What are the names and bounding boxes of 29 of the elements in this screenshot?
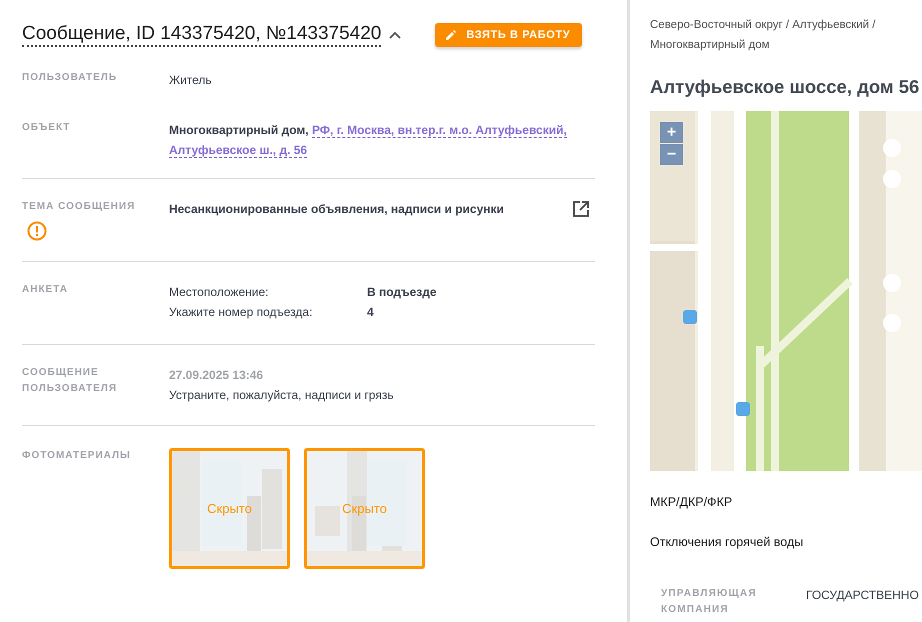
- info-label: УПРАВЛЯЮЩАЯ КОМПАНИЯ: [661, 587, 758, 617]
- answer-value: 4: [367, 304, 374, 321]
- address-heading: Алтуфьевское шоссе, дом 56: [650, 76, 920, 98]
- message-date: 27.09.2025 13:46: [169, 368, 264, 382]
- pencil-icon: [445, 29, 458, 41]
- external-link-icon[interactable]: [571, 199, 591, 219]
- answer-value: В подъезде: [367, 284, 437, 301]
- field-label: СООБЩЕНИЕ ПОЛЬЗОВАТЕЛЯ: [22, 366, 118, 396]
- zoom-out-button[interactable]: −: [660, 144, 683, 165]
- question-label: Укажите номер подъезда:: [169, 304, 314, 321]
- object-type: Многоквартирный дом,: [169, 123, 309, 137]
- field-label: ФОТОМАТЕРИАЛЫ: [22, 449, 132, 463]
- topic-text: Несанкционированные объявления, надписи и рисунки: [169, 201, 504, 218]
- section-heading[interactable]: МКР/ДКР/ФКР: [650, 495, 732, 509]
- address-link[interactable]: РФ, г. Москва, вн.тер.г. м.о. Алтуфьевский,: [312, 123, 567, 138]
- message-title[interactable]: Сообщение, ID 143375420, №143375420: [22, 23, 382, 47]
- field-value: Житель: [169, 72, 212, 89]
- question-label: Местоположение:: [169, 284, 270, 301]
- breadcrumb: Северо-Восточный округ / Алтуфьевский / Многоквартирный дом: [650, 18, 876, 53]
- field-label: АНКЕТА: [22, 283, 69, 297]
- field-label: ОБЪЕКТ: [22, 121, 72, 135]
- zoom-in-button[interactable]: +: [660, 122, 683, 143]
- field-label: ПОЛЬЗОВАТЕЛЬ: [22, 71, 118, 85]
- info-value: ГОСУДАРСТВЕННО: [806, 588, 919, 604]
- take-to-work-button[interactable]: ВЗЯТЬ В РАБОТУ: [435, 23, 582, 47]
- field-label: ТЕМА СООБЩЕНИЯ: [22, 201, 136, 212]
- section-heading[interactable]: Отключения горячей воды: [650, 535, 804, 549]
- message-text: Устраните, пожалуйста, надписи и грязь: [169, 388, 394, 402]
- address-link[interactable]: Алтуфьевское ш., д. 56: [169, 143, 308, 158]
